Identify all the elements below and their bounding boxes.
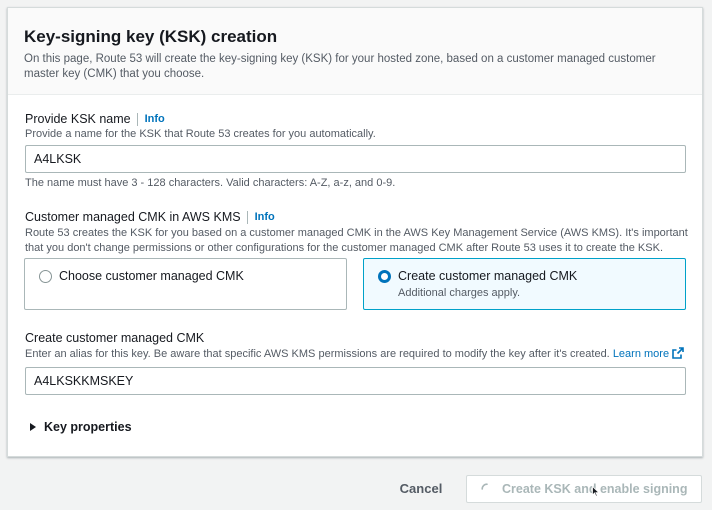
cmk-info-link[interactable]: Info	[246, 211, 275, 224]
choose-cmk-option[interactable]: Choose customer managed CMK	[24, 258, 347, 310]
cancel-button[interactable]: Cancel	[390, 474, 452, 504]
cmk-alias-input[interactable]	[25, 367, 686, 395]
create-cmk-option[interactable]: Create customer managed CMK Additional c…	[363, 258, 686, 310]
create-cmk-description: Enter an alias for this key. Be aware th…	[25, 348, 610, 360]
spinner-icon	[481, 483, 488, 490]
ksk-name-input[interactable]	[25, 145, 686, 173]
panel-description: On this page, Route 53 will create the k…	[24, 53, 656, 80]
key-properties-expander[interactable]: Key properties	[30, 419, 132, 435]
choose-cmk-radio[interactable]	[39, 270, 52, 283]
ksk-name-label: Provide KSK name	[25, 112, 131, 126]
ksk-name-constraint: The name must have 3 - 128 characters. V…	[25, 177, 396, 189]
key-properties-label: Key properties	[44, 420, 132, 434]
pointer-cursor-icon	[592, 486, 600, 497]
ksk-name-description: Provide a name for the KSK that Route 53…	[25, 128, 376, 140]
choose-cmk-label: Choose customer managed CMK	[59, 269, 244, 283]
external-link-icon	[672, 347, 684, 359]
create-ksk-button[interactable]: Create KSK and enable signing	[466, 475, 702, 503]
cmk-label-row: Customer managed CMK in AWS KMS Info	[25, 209, 275, 225]
caret-right-icon	[30, 423, 36, 431]
create-cmk-field-label: Create customer managed CMK	[25, 331, 205, 345]
learn-more-link[interactable]: Learn more	[612, 347, 684, 360]
cmk-label: Customer managed CMK in AWS KMS	[25, 210, 241, 224]
learn-more-label: Learn more	[612, 348, 670, 360]
panel-header: Key-signing key (KSK) creation On this p…	[8, 8, 702, 95]
create-cmk-description-row: Enter an alias for this key. Be aware th…	[25, 347, 684, 362]
ksk-name-info-link[interactable]: Info	[136, 113, 165, 126]
ksk-creation-panel: Key-signing key (KSK) creation On this p…	[7, 7, 703, 457]
cmk-description: Route 53 creates the KSK for you based o…	[25, 227, 688, 254]
create-cmk-label: Create customer managed CMK	[398, 269, 578, 283]
panel-title: Key-signing key (KSK) creation	[24, 27, 278, 46]
create-cmk-radio[interactable]	[378, 270, 391, 283]
create-cmk-sublabel: Additional charges apply.	[398, 287, 521, 299]
ksk-name-label-row: Provide KSK name Info	[25, 111, 165, 127]
